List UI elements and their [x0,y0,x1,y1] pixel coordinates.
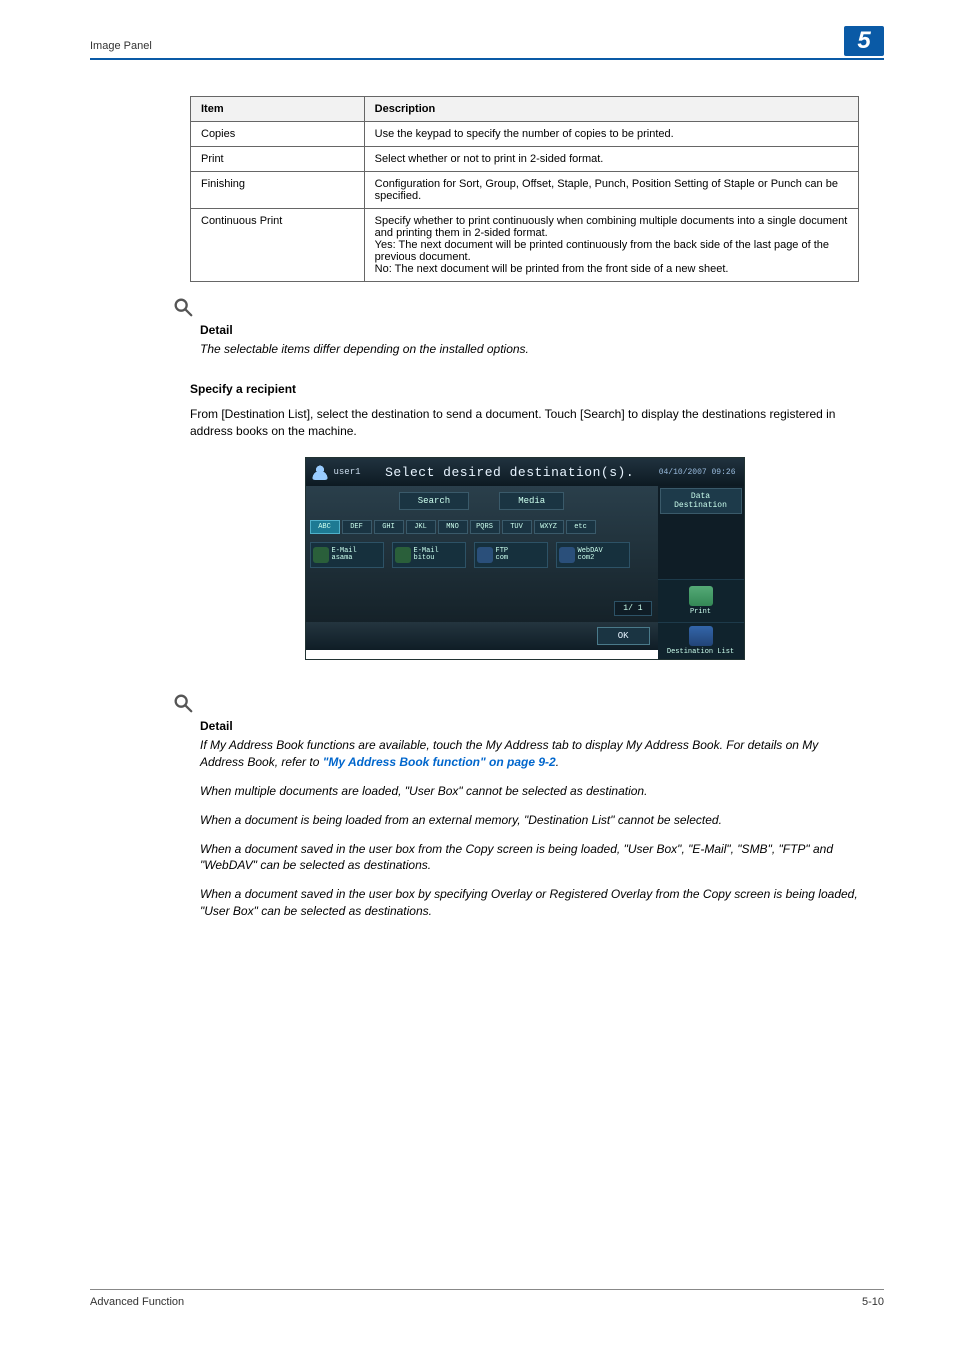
data-destination-button[interactable]: Data Destination [660,488,742,514]
body-paragraph: From [Destination List], select the dest… [190,406,859,440]
header-rule [90,58,884,60]
embedded-ui-screenshot: user1 Select desired destination(s). 04/… [305,457,745,660]
tab-def[interactable]: DEF [342,520,372,534]
table-row: Finishing Configuration for Sort, Group,… [191,172,859,209]
th-desc: Description [364,97,858,122]
detail-heading: Detail [200,719,859,733]
pager: 1/ 1 [614,601,651,616]
tab-abc[interactable]: ABC [310,520,340,534]
print-icon [689,586,713,606]
dest-card[interactable]: WebDAVcom2 [556,542,630,568]
media-button[interactable]: Media [499,492,564,510]
th-item: Item [191,97,365,122]
dest-card[interactable]: FTPcom [474,542,548,568]
user-icon [312,464,328,480]
footer-left: Advanced Function [90,1296,184,1308]
print-side-button[interactable]: Print [658,579,744,622]
tab-wxyz[interactable]: WXYZ [534,520,564,534]
header-section: Image Panel [90,40,152,52]
alpha-tabs: ABC DEF GHI JKL MNO PQRS TUV WXYZ etc [310,520,654,534]
tab-pqrs[interactable]: PQRS [470,520,500,534]
search-button[interactable]: Search [399,492,469,510]
ui-title: Select desired destination(s). [367,465,653,480]
detail-text: When a document saved in the user box by… [200,886,859,920]
cross-ref-link[interactable]: "My Address Book function" on page 9-2 [323,755,556,769]
footer-right: 5-10 [862,1296,884,1308]
ok-button[interactable]: OK [597,627,650,645]
email-icon [313,547,329,563]
tab-ghi[interactable]: GHI [374,520,404,534]
table-row: Print Select whether or not to print in … [191,147,859,172]
destination-list-side-button[interactable]: Destination List [658,622,744,659]
list-icon [689,626,713,646]
magnifier-icon [172,692,194,719]
detail-text: If My Address Book functions are availab… [200,737,859,771]
ui-timestamp: 04/10/2007 09:26 [659,468,738,477]
ftp-icon [477,547,493,563]
dest-card[interactable]: E-Mailasama [310,542,384,568]
email-icon [395,547,411,563]
dest-card[interactable]: E-Mailbitou [392,542,466,568]
user-label: user1 [334,467,361,477]
detail-text: The selectable items differ depending on… [200,341,859,358]
detail-text: When multiple documents are loaded, "Use… [200,783,859,800]
tab-tuv[interactable]: TUV [502,520,532,534]
table-row: Copies Use the keypad to specify the num… [191,122,859,147]
tab-mno[interactable]: MNO [438,520,468,534]
webdav-icon [559,547,575,563]
detail-text: When a document is being loaded from an … [200,812,859,829]
detail-text: When a document saved in the user box fr… [200,841,859,875]
subheading-specify-recipient: Specify a recipient [190,382,859,396]
tab-etc[interactable]: etc [566,520,596,534]
chapter-badge: 5 [844,26,884,56]
table-row: Continuous Print Specify whether to prin… [191,209,859,282]
detail-heading: Detail [200,323,859,337]
magnifier-icon [172,296,194,323]
tab-jkl[interactable]: JKL [406,520,436,534]
settings-table: Item Description Copies Use the keypad t… [190,96,859,282]
